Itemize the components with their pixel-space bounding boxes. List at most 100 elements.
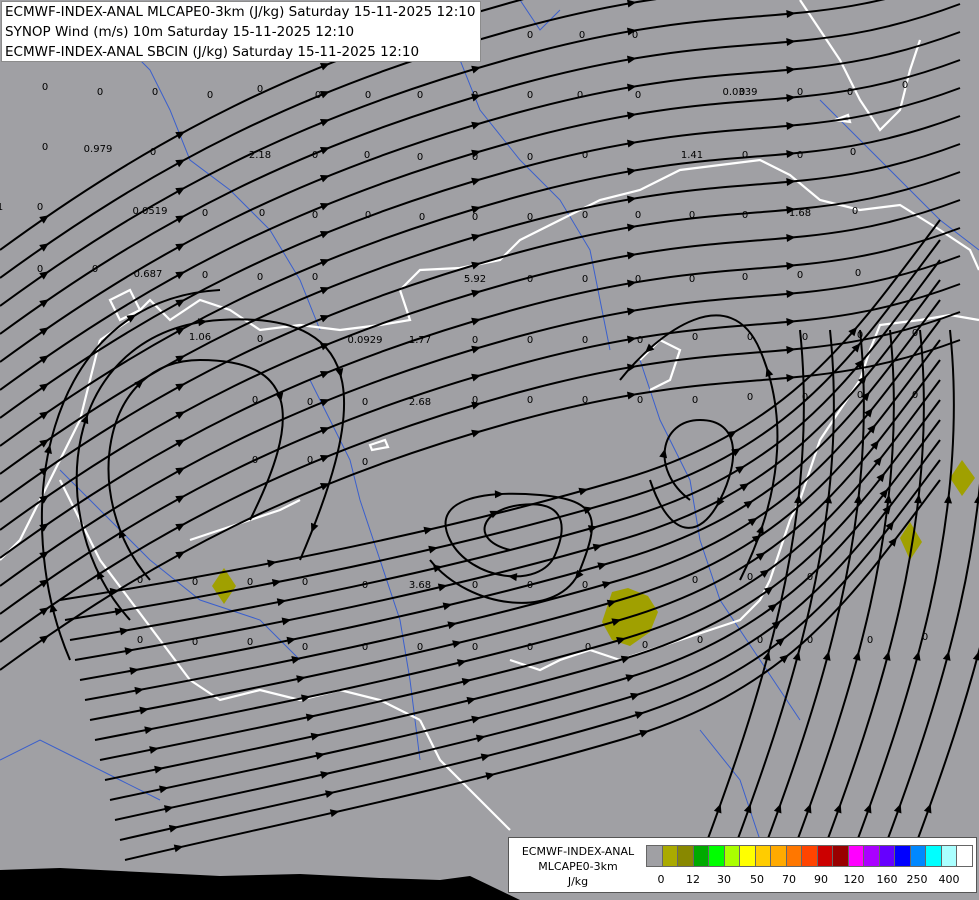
station-value: 0 [692, 395, 698, 406]
station-value: 0 [312, 272, 318, 283]
station-value: 0 [797, 270, 803, 281]
station-value: 0 [362, 642, 368, 653]
station-value: 0 [582, 580, 588, 591]
legend-tick-label: 120 [843, 873, 865, 886]
station-value: 1.41 [681, 150, 703, 161]
legend-swatch [909, 845, 927, 867]
station-value: 0 [362, 457, 368, 468]
station-value: 0 [527, 642, 533, 653]
station-value: 0 [742, 150, 748, 161]
station-value: 0 [362, 580, 368, 591]
station-value: 0 [302, 642, 308, 653]
station-value: 0 [747, 572, 753, 583]
legend-tick-label: 50 [750, 873, 764, 886]
station-value: 0 [364, 150, 370, 161]
station-value: 0 [642, 640, 648, 651]
station-value: 0 [637, 395, 643, 406]
station-value: 0 [362, 397, 368, 408]
station-value: 0 [857, 390, 863, 401]
station-value: 0 [312, 210, 318, 221]
station-value: 0 [922, 632, 928, 643]
station-value: 0 [472, 152, 478, 163]
color-legend: ECMWF-INDEX-ANAL MLCAPE0-3km J/kg 0 12 30 5… [508, 837, 977, 893]
station-value: 0 [192, 637, 198, 648]
title-line: SYNOP Wind (m/s) 10m Saturday 15-11-2025… [5, 24, 355, 40]
station-value: 0 [635, 210, 641, 221]
legend-swatch [878, 845, 896, 867]
station-value: 1.77 [409, 335, 431, 346]
station-value: 0 [417, 90, 423, 101]
legend-swatch [863, 845, 880, 867]
station-value: 0 [689, 274, 695, 285]
station-value: 0 [742, 272, 748, 283]
station-value: 0 [585, 642, 591, 653]
legend-swatch [677, 845, 694, 867]
legend-swatch [847, 845, 865, 867]
station-value: 0 [527, 335, 533, 346]
legend-swatch [956, 845, 973, 867]
station-value: 0 [527, 580, 533, 591]
station-value: 0.0519 [133, 206, 168, 217]
station-value: 0 [857, 330, 863, 341]
station-value: 0 [577, 90, 583, 101]
station-value: 0 [192, 577, 198, 588]
station-value: 0 [582, 335, 588, 346]
station-value: 0 [259, 208, 265, 219]
station-value: 0 [315, 90, 321, 101]
legend-swatch [754, 845, 772, 867]
station-value: 0 [527, 212, 533, 223]
station-value: 0 [582, 395, 588, 406]
station-value: 0 [757, 635, 763, 646]
station-value: 0 [307, 455, 313, 466]
title-line: ECMWF-INDEX-ANAL MLCAPE0-3km (J/kg) Satu… [5, 4, 476, 20]
station-value: 0 [365, 90, 371, 101]
station-value: 0 [579, 30, 585, 41]
station-value: 0 [912, 390, 918, 401]
station-value: 0 [202, 270, 208, 281]
station-value: 0.0929 [348, 335, 383, 346]
station-value: 0 [365, 210, 371, 221]
station-value: 1 [0, 202, 3, 213]
station-value: 0 [472, 335, 478, 346]
legend-tick-label: 30 [717, 873, 731, 886]
station-value: 0 [97, 87, 103, 98]
station-value: 0 [747, 392, 753, 403]
legend-tick-label: 400 [938, 873, 960, 886]
legend-swatch [894, 845, 911, 867]
station-value: 0 [472, 395, 478, 406]
station-value: 0 [527, 30, 533, 41]
station-value: 0 [527, 90, 533, 101]
station-value: 0 [152, 87, 158, 98]
station-value: 0 [472, 580, 478, 591]
station-value: 0 [257, 84, 263, 95]
legend-swatch [940, 845, 958, 867]
station-value: 0 [527, 274, 533, 285]
station-value: 0 [582, 150, 588, 161]
legend-swatch [646, 845, 663, 867]
station-value: 0 [247, 637, 253, 648]
station-value: 0 [137, 575, 143, 586]
station-value: 0 [802, 392, 808, 403]
station-value: 0 [692, 575, 698, 586]
station-value: 0 [689, 210, 695, 221]
station-value: 0 [307, 397, 313, 408]
legend-caption: ECMWF-INDEX-ANAL MLCAPE0-3km J/kg [511, 844, 645, 889]
station-value: 0 [302, 577, 308, 588]
legend-swatch [801, 845, 818, 867]
station-value: 0 [42, 142, 48, 153]
station-value: 2.18 [249, 150, 271, 161]
station-value: 0 [902, 80, 908, 91]
legend-swatch [816, 845, 834, 867]
station-value: 0 [42, 82, 48, 93]
legend-tick-label: 12 [686, 873, 700, 886]
legend-tick-label: 160 [876, 873, 898, 886]
legend-swatch [785, 845, 803, 867]
station-value: 0 [807, 572, 813, 583]
station-value: 0 [257, 334, 263, 345]
station-value: 0 [472, 642, 478, 653]
legend-swatch [661, 845, 679, 867]
station-value: 0 [247, 577, 253, 588]
station-value: 0 [419, 212, 425, 223]
station-value: 0 [802, 332, 808, 343]
station-value: 0 [527, 152, 533, 163]
